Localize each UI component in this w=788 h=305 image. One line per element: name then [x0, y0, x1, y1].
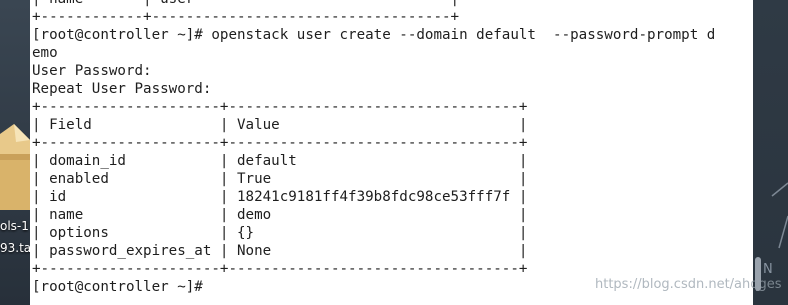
file-label-line1: ols-1 — [0, 219, 29, 233]
terminal-line: emo — [32, 45, 58, 61]
terminal-line: +------------+--------------------------… — [32, 9, 460, 25]
terminal-line: [root@controller ~]# openstack user crea… — [32, 27, 716, 43]
terminal-line: | enabled | True | — [32, 171, 528, 187]
terminal-line: | domain_id | default | — [32, 153, 528, 169]
terminal-line: | name | user | — [32, 0, 715, 8]
terminal-line: +---------------------+-----------------… — [32, 135, 528, 151]
terminal-output: | name | user |+------------+-----------… — [32, 0, 715, 296]
wallpaper-letter: N — [763, 262, 773, 277]
terminal-line: | options | {} | — [32, 225, 528, 241]
watermark: https://blog.csdn.net/ahqges — [595, 277, 782, 292]
archive-file-icon[interactable] — [0, 124, 30, 210]
terminal-line: Repeat User Password: — [32, 81, 212, 97]
terminal-window[interactable]: | name | user |+------------+-----------… — [30, 0, 753, 305]
terminal-line: +---------------------+-----------------… — [32, 99, 528, 115]
terminal-line: | name | demo | — [32, 207, 528, 223]
terminal-line: | password_expires_at | None | — [32, 243, 528, 259]
terminal-line: +---------------------+-----------------… — [32, 261, 528, 277]
file-label-line2: 93.tar — [0, 241, 30, 255]
terminal-line: | Field | Value | — [32, 117, 528, 133]
terminal-line: User Password: — [32, 63, 152, 79]
terminal-line: | id | 18241c9181ff4f39b8fdc98ce53fff7f … — [32, 189, 528, 205]
desktop-background-left: ols-1 93.tar — [0, 0, 30, 305]
